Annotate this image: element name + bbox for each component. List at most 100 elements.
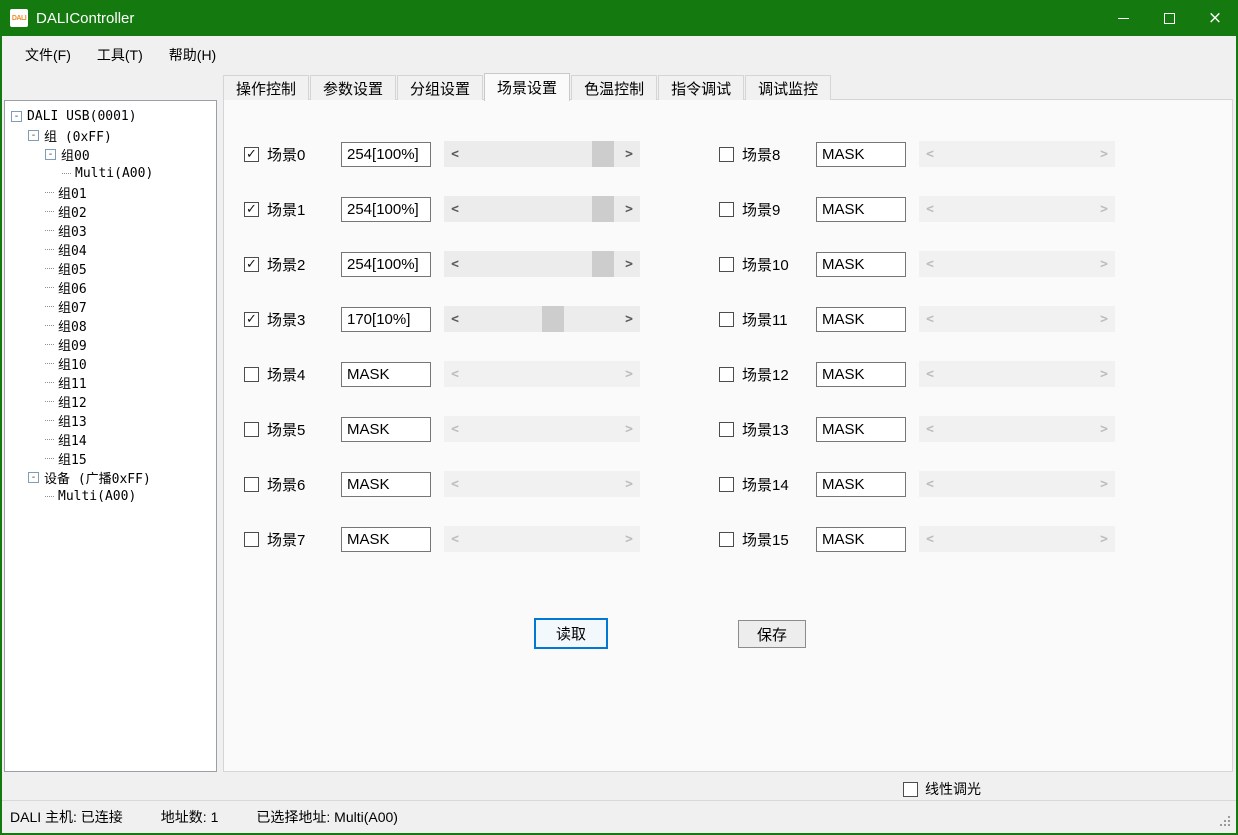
tree-node-group07[interactable]: 组07 <box>8 297 213 316</box>
tree-node-group04[interactable]: 组04 <box>8 240 213 259</box>
scene6-value-field[interactable]: MASK <box>341 472 431 497</box>
scene2-checkbox[interactable]: ✓ <box>244 257 259 272</box>
scroll-left-icon[interactable]: < <box>444 306 466 332</box>
tree-node-group12[interactable]: 组12 <box>8 392 213 411</box>
scene13-checkbox[interactable] <box>719 422 734 437</box>
scene10-value-field[interactable]: MASK <box>816 252 906 277</box>
tab-scene-settings[interactable]: 场景设置 <box>484 73 570 101</box>
scene14-value-field[interactable]: MASK <box>816 472 906 497</box>
scene0-value-field[interactable]: 254[100%] <box>341 142 431 167</box>
scene2-scrollbar[interactable]: < > <box>444 251 640 277</box>
tree-node-group01[interactable]: 组01 <box>8 183 213 202</box>
tree-node-group08[interactable]: 组08 <box>8 316 213 335</box>
scene15-label[interactable]: 场景15 <box>742 529 816 550</box>
menu-help[interactable]: 帮助(H) <box>156 36 229 73</box>
tree-node-group06[interactable]: 组06 <box>8 278 213 297</box>
scene8-label[interactable]: 场景8 <box>742 144 816 165</box>
tree-node-group13[interactable]: 组13 <box>8 411 213 430</box>
scene9-checkbox[interactable] <box>719 202 734 217</box>
minimize-button[interactable] <box>1100 0 1146 36</box>
scroll-right-icon[interactable]: > <box>618 196 640 222</box>
scrollbar-thumb[interactable] <box>592 196 614 222</box>
scene11-value-field[interactable]: MASK <box>816 307 906 332</box>
scene9-label[interactable]: 场景9 <box>742 199 816 220</box>
scroll-left-icon[interactable]: < <box>444 141 466 167</box>
scene7-value-field[interactable]: MASK <box>341 527 431 552</box>
scene8-checkbox[interactable] <box>719 147 734 162</box>
scene2-value-field[interactable]: 254[100%] <box>341 252 431 277</box>
scene13-label[interactable]: 场景13 <box>742 419 816 440</box>
scene2-label[interactable]: 场景2 <box>267 254 341 275</box>
scene4-value-field[interactable]: MASK <box>341 362 431 387</box>
scene11-checkbox[interactable] <box>719 312 734 327</box>
tree-node-group-0xff[interactable]: -组 (0xFF) <box>8 126 213 145</box>
scene15-checkbox[interactable] <box>719 532 734 547</box>
scene8-value-field[interactable]: MASK <box>816 142 906 167</box>
tree-node-group15[interactable]: 组15 <box>8 449 213 468</box>
scene15-value-field[interactable]: MASK <box>816 527 906 552</box>
scene3-label[interactable]: 场景3 <box>267 309 341 330</box>
scroll-right-icon[interactable]: > <box>618 141 640 167</box>
scene14-label[interactable]: 场景14 <box>742 474 816 495</box>
tree-node-device-broadcast[interactable]: -设备 (广播0xFF) <box>8 468 213 487</box>
scroll-right-icon[interactable]: > <box>618 306 640 332</box>
tree-node-group11[interactable]: 组11 <box>8 373 213 392</box>
tab-group-settings[interactable]: 分组设置 <box>397 75 483 100</box>
scene12-label[interactable]: 场景12 <box>742 364 816 385</box>
tree-expander-icon[interactable]: - <box>28 472 39 483</box>
tree-expander-icon[interactable]: - <box>11 111 22 122</box>
menu-file[interactable]: 文件(F) <box>12 36 84 73</box>
scene10-label[interactable]: 场景10 <box>742 254 816 275</box>
read-button[interactable]: 读取 <box>534 618 608 649</box>
scene3-value-field[interactable]: 170[10%] <box>341 307 431 332</box>
tree-node-dali-usb[interactable]: -DALI USB(0001) <box>8 107 213 126</box>
scene7-checkbox[interactable] <box>244 532 259 547</box>
scene1-scrollbar[interactable]: < > <box>444 196 640 222</box>
scroll-left-icon[interactable]: < <box>444 251 466 277</box>
scene13-value-field[interactable]: MASK <box>816 417 906 442</box>
tree-node-group10[interactable]: 组10 <box>8 354 213 373</box>
tree-node-multi-a00-device[interactable]: Multi(A00) <box>8 487 213 506</box>
scene10-checkbox[interactable] <box>719 257 734 272</box>
scene5-checkbox[interactable] <box>244 422 259 437</box>
scene5-value-field[interactable]: MASK <box>341 417 431 442</box>
close-button[interactable]: × <box>1192 0 1238 36</box>
tree-expander-icon[interactable]: - <box>28 130 39 141</box>
tab-parameter-settings[interactable]: 参数设置 <box>310 75 396 100</box>
scrollbar-thumb[interactable] <box>542 306 564 332</box>
tab-color-temp-control[interactable]: 色温控制 <box>571 75 657 100</box>
tree-expander-icon[interactable]: - <box>45 149 56 160</box>
scene5-label[interactable]: 场景5 <box>267 419 341 440</box>
scene4-checkbox[interactable] <box>244 367 259 382</box>
save-button[interactable]: 保存 <box>738 620 806 648</box>
tab-debug-monitor[interactable]: 调试监控 <box>745 75 831 100</box>
scene9-value-field[interactable]: MASK <box>816 197 906 222</box>
scroll-left-icon[interactable]: < <box>444 196 466 222</box>
scrollbar-thumb[interactable] <box>592 251 614 277</box>
tree-node-multi-a00[interactable]: Multi(A00) <box>8 164 213 183</box>
tree-node-group14[interactable]: 组14 <box>8 430 213 449</box>
scene0-label[interactable]: 场景0 <box>267 144 341 165</box>
tab-command-debug[interactable]: 指令调试 <box>658 75 744 100</box>
scene14-checkbox[interactable] <box>719 477 734 492</box>
scene3-scrollbar[interactable]: < > <box>444 306 640 332</box>
scene7-label[interactable]: 场景7 <box>267 529 341 550</box>
scene1-checkbox[interactable]: ✓ <box>244 202 259 217</box>
scene12-checkbox[interactable] <box>719 367 734 382</box>
scene6-checkbox[interactable] <box>244 477 259 492</box>
scene6-label[interactable]: 场景6 <box>267 474 341 495</box>
tree-node-group05[interactable]: 组05 <box>8 259 213 278</box>
scene3-checkbox[interactable]: ✓ <box>244 312 259 327</box>
tree-node-group03[interactable]: 组03 <box>8 221 213 240</box>
tab-operation-control[interactable]: 操作控制 <box>223 75 309 100</box>
linear-dimming-checkbox[interactable] <box>903 782 918 797</box>
resize-grip-icon[interactable] <box>1228 824 1230 826</box>
scene1-label[interactable]: 场景1 <box>267 199 341 220</box>
tree-node-group02[interactable]: 组02 <box>8 202 213 221</box>
tree-node-group00[interactable]: -组00 <box>8 145 213 164</box>
scroll-right-icon[interactable]: > <box>618 251 640 277</box>
scene12-value-field[interactable]: MASK <box>816 362 906 387</box>
linear-dimming-label[interactable]: 线性调光 <box>925 779 981 799</box>
menu-tools[interactable]: 工具(T) <box>84 36 156 73</box>
scene1-value-field[interactable]: 254[100%] <box>341 197 431 222</box>
